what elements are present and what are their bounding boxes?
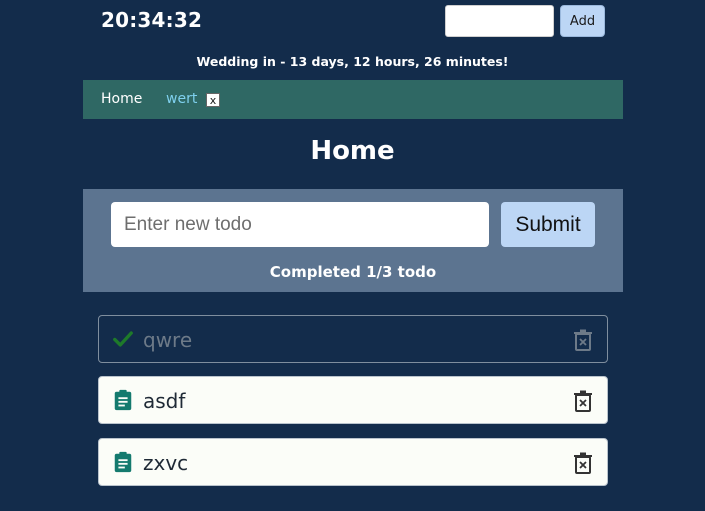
clipboard-icon[interactable] [112, 451, 134, 473]
todo-item[interactable]: asdf [98, 376, 608, 424]
close-tab-wert-icon[interactable]: x [206, 93, 220, 107]
new-tab-input[interactable] [445, 5, 554, 37]
page-title: Home [310, 136, 395, 166]
clipboard-icon[interactable] [112, 389, 134, 411]
delete-icon[interactable] [573, 452, 593, 474]
wedding-countdown: Wedding in - 13 days, 12 hours, 26 minut… [196, 54, 509, 69]
todo-text: asdf [143, 389, 186, 413]
tab-wert[interactable]: wert [166, 91, 197, 107]
delete-icon[interactable] [573, 390, 593, 412]
todo-item[interactable]: qwre [98, 315, 608, 363]
todo-text: qwre [143, 328, 193, 352]
todo-text: zxvc [143, 451, 189, 475]
tab-home[interactable]: Home [101, 91, 142, 107]
delete-icon[interactable] [573, 329, 593, 351]
clock: 20:34:32 [101, 8, 203, 32]
todo-input[interactable] [111, 202, 489, 247]
add-tab-button[interactable]: Add [560, 5, 605, 37]
tab-navbar: Home wert x [83, 80, 623, 119]
check-icon[interactable] [112, 328, 134, 350]
completed-count: Completed 1/3 todo [269, 263, 437, 281]
submit-button[interactable]: Submit [501, 202, 595, 247]
todo-form: Submit Completed 1/3 todo [83, 189, 623, 292]
todo-item[interactable]: zxvc [98, 438, 608, 486]
